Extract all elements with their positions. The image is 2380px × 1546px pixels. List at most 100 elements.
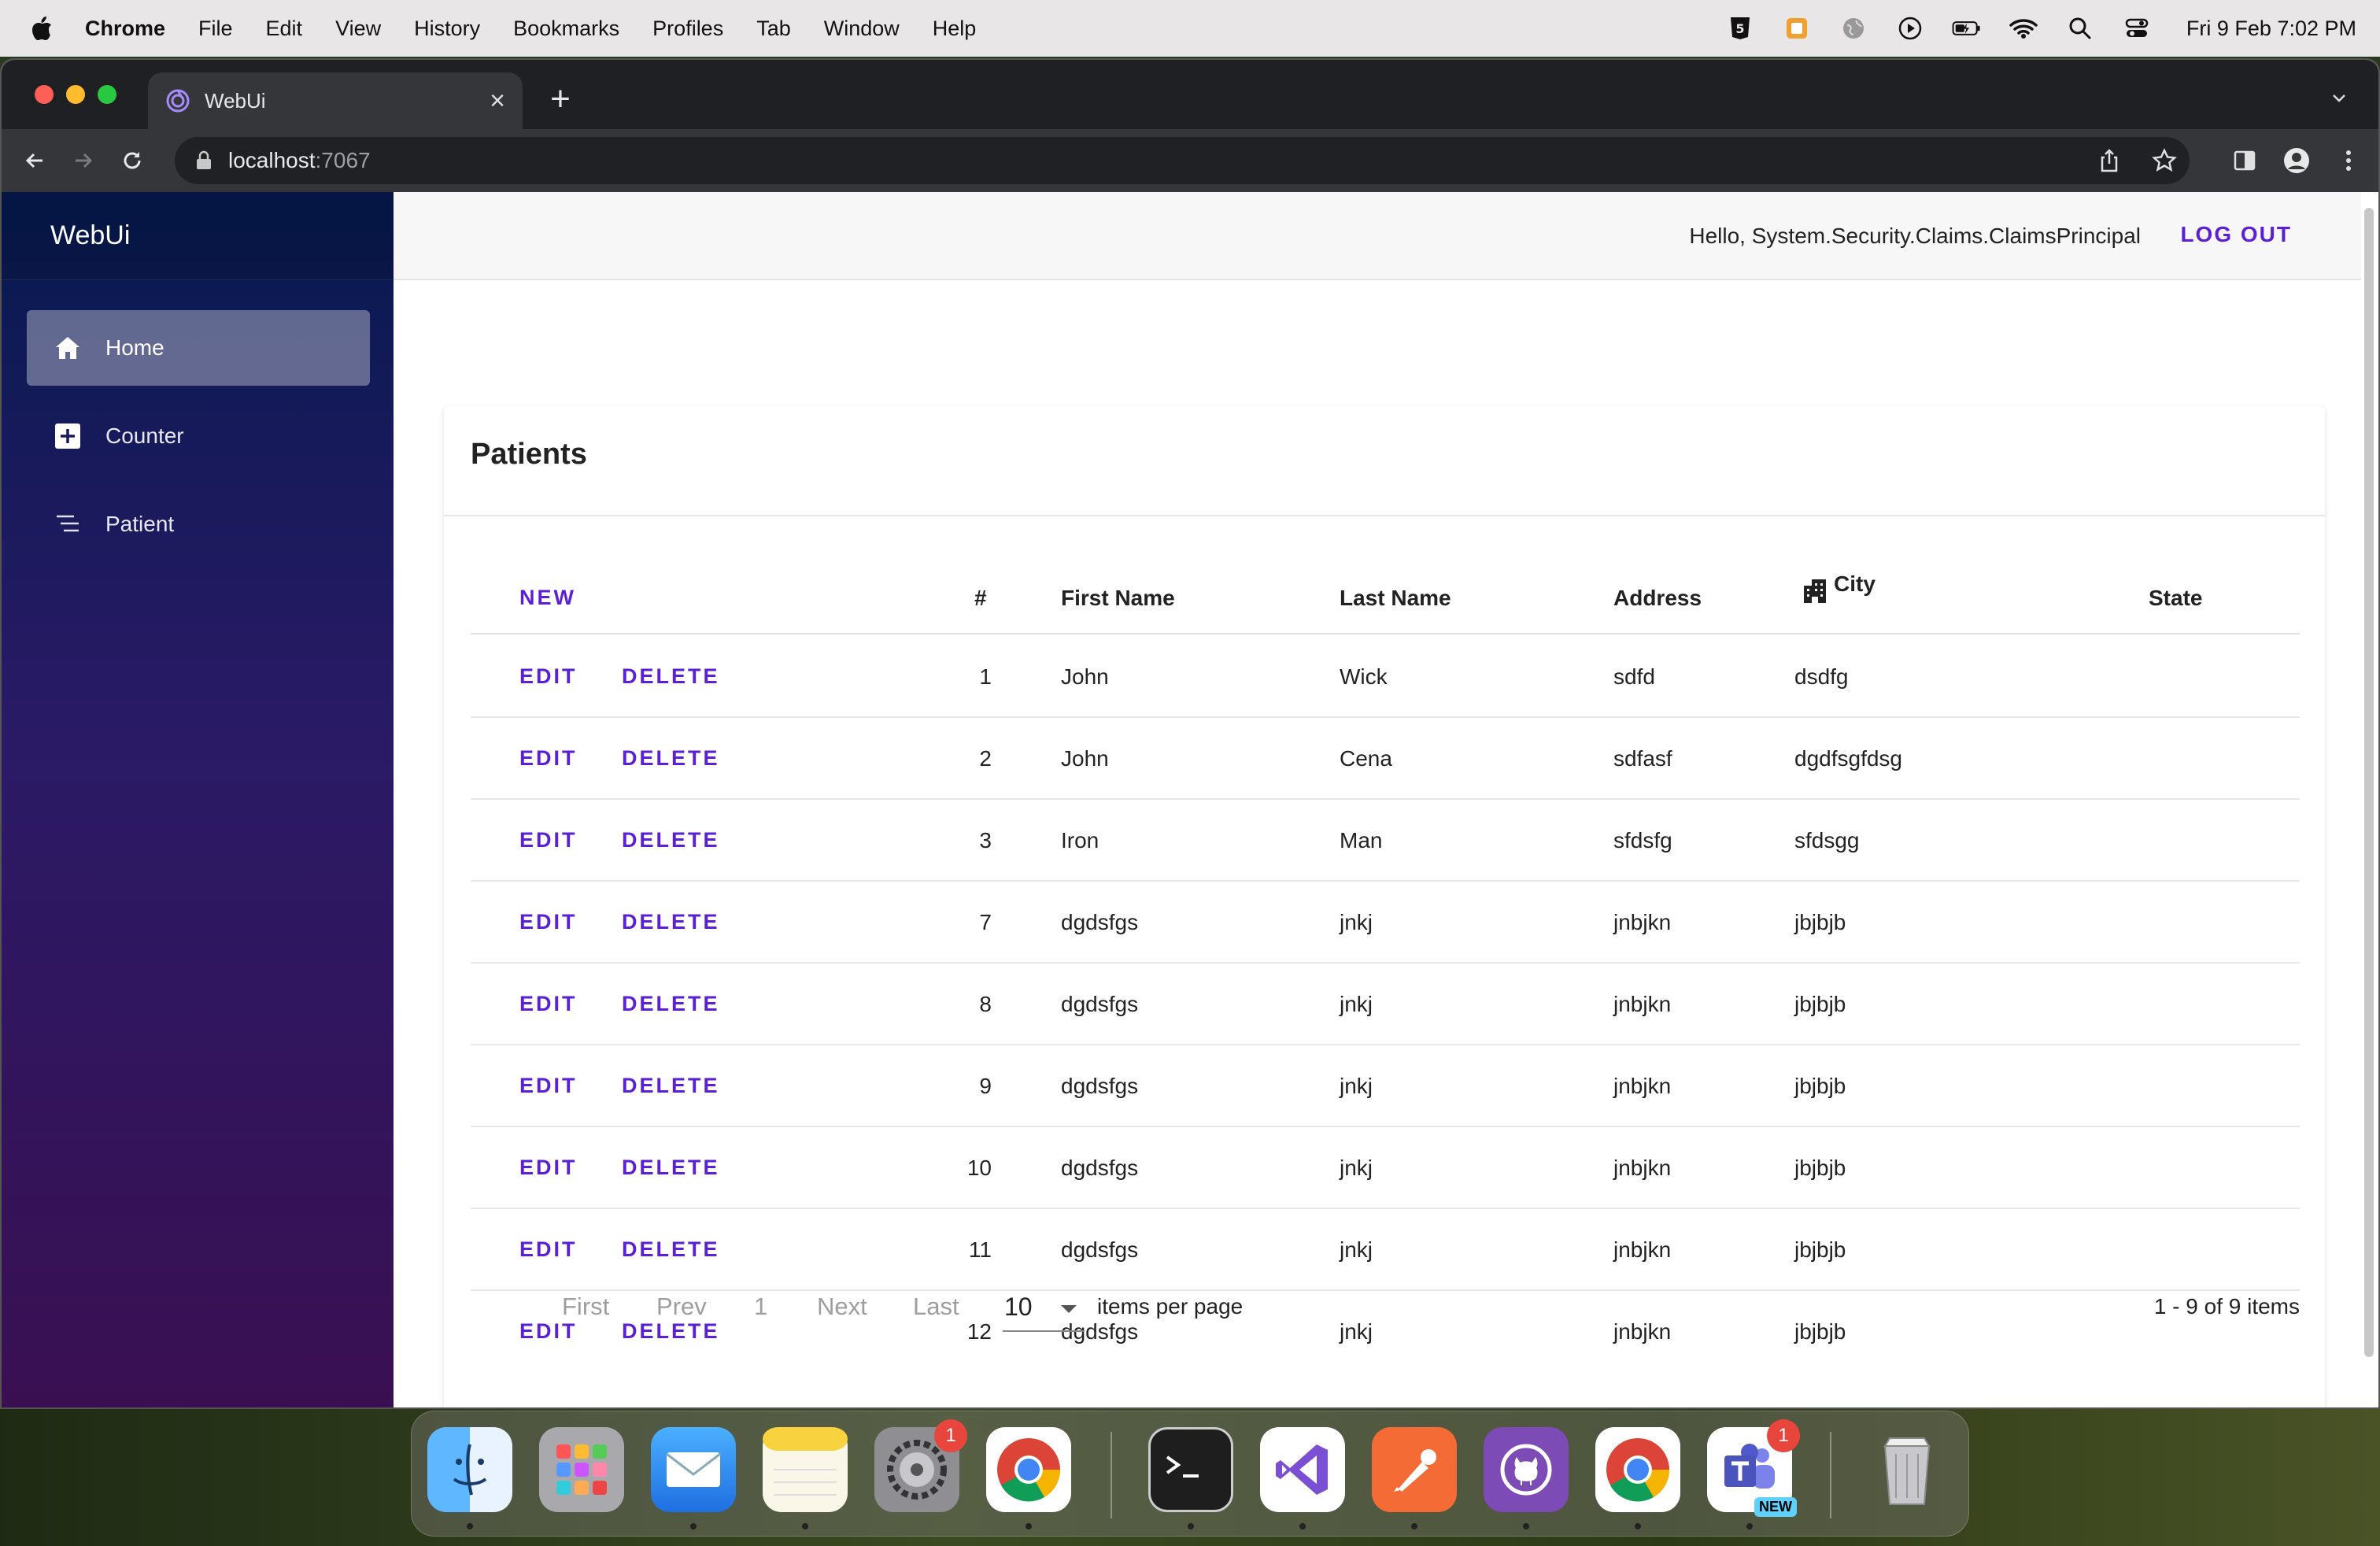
cell-first-name: dgdsfgs xyxy=(1061,1237,1139,1262)
window-minimize-button[interactable] xyxy=(66,85,85,104)
column-header-city[interactable]: City xyxy=(1801,571,1876,605)
terminal-icon[interactable] xyxy=(1148,1427,1233,1512)
profile-avatar-icon[interactable] xyxy=(2281,145,2312,176)
pager-next-button[interactable]: Next xyxy=(817,1293,867,1321)
cell-last-name: jnkj xyxy=(1340,910,1373,934)
column-header-last-name[interactable]: Last Name xyxy=(1340,586,1451,611)
cell-city: jbjbjb xyxy=(1794,1237,1846,1262)
cell-last-name: Cena xyxy=(1340,746,1392,771)
dock-running-indicator xyxy=(1746,1523,1753,1529)
cell-address: sdfd xyxy=(1613,664,1655,689)
column-header-id[interactable]: # xyxy=(974,586,987,611)
browser-tab-webui[interactable]: WebUi × xyxy=(148,72,523,129)
sidebar-item-patient[interactable]: Patient xyxy=(27,486,370,562)
cell-city: dgdfsgfdsg xyxy=(1794,746,1902,771)
pager-page-1-button[interactable]: 1 xyxy=(754,1293,767,1321)
spotlight-search-icon[interactable] xyxy=(2065,13,2095,43)
menu-app-name[interactable]: Chrome xyxy=(85,17,165,41)
dock-running-indicator xyxy=(1188,1523,1194,1529)
cell-first-name: Iron xyxy=(1061,828,1099,853)
new-patient-button[interactable]: NEW xyxy=(519,586,576,610)
sidebar-item-home[interactable]: Home xyxy=(27,310,370,386)
menu-window[interactable]: Window xyxy=(824,17,900,41)
side-panel-icon[interactable] xyxy=(2229,145,2260,176)
chrome-icon[interactable] xyxy=(1595,1427,1680,1512)
kebab-menu-icon[interactable] xyxy=(2333,145,2364,176)
table-row: EDIT DELETE 7 dgdsfgs jnkj jnbjkn jbjbjb xyxy=(471,882,2300,963)
window-fullscreen-button[interactable] xyxy=(98,85,116,104)
bookmark-star-icon[interactable] xyxy=(2149,145,2180,176)
battery-icon[interactable] xyxy=(1952,13,1982,43)
apple-menu-icon[interactable] xyxy=(30,15,61,42)
wifi-icon[interactable] xyxy=(2009,13,2038,43)
forward-arrow-icon[interactable] xyxy=(68,145,99,176)
column-header-state[interactable]: State xyxy=(2149,586,2202,611)
new-tab-plus-icon[interactable]: + xyxy=(541,80,579,118)
items-per-page-select[interactable]: 10 xyxy=(1003,1283,1085,1332)
cell-last-name: jnkj xyxy=(1340,1156,1373,1180)
pager-prev-button[interactable]: Prev xyxy=(656,1293,707,1321)
items-per-page-value: 10 xyxy=(1004,1293,1033,1321)
column-header-first-name[interactable]: First Name xyxy=(1061,586,1175,611)
postman-icon[interactable] xyxy=(1372,1427,1457,1512)
cell-address: jnbjkn xyxy=(1613,992,1672,1016)
menu-bookmarks[interactable]: Bookmarks xyxy=(513,17,619,41)
cell-city: jbjbjb xyxy=(1794,910,1846,934)
status-area: 5 Fri 9 Feb 7:02 PM xyxy=(1725,0,2356,57)
notes-icon[interactable] xyxy=(763,1427,848,1512)
cell-last-name: Man xyxy=(1340,828,1383,853)
page-scrollbar[interactable] xyxy=(2364,208,2374,1357)
column-header-city-label: City xyxy=(1834,571,1876,596)
menu-bar: Chrome File Edit View History Bookmarks … xyxy=(0,0,2380,57)
cell-first-name: dgdsfgs xyxy=(1061,1156,1139,1180)
tab-close-icon[interactable]: × xyxy=(482,85,513,117)
window-close-button[interactable] xyxy=(35,85,54,104)
app-status-icon[interactable] xyxy=(1782,13,1812,43)
logout-button[interactable]: LOG OUT xyxy=(2180,222,2292,247)
column-header-address[interactable]: Address xyxy=(1613,586,1702,611)
mail-icon[interactable] xyxy=(651,1427,736,1512)
share-icon[interactable] xyxy=(2094,145,2125,176)
menu-view[interactable]: View xyxy=(335,17,381,41)
cell-first-name: dgdsfgs xyxy=(1061,992,1139,1016)
cell-first-name: dgdsfgs xyxy=(1061,1074,1139,1098)
github-desktop-icon[interactable] xyxy=(1484,1427,1569,1512)
pager-last-button[interactable]: Last xyxy=(913,1293,959,1321)
pager-first-button[interactable]: First xyxy=(562,1293,609,1321)
home-icon xyxy=(52,332,83,364)
blazor-favicon-icon xyxy=(165,88,190,113)
menu-file[interactable]: File xyxy=(198,17,233,41)
menu-tab[interactable]: Tab xyxy=(756,17,791,41)
launchpad-icon[interactable] xyxy=(539,1427,624,1512)
teams-icon[interactable]: 1 NEW xyxy=(1707,1419,1800,1517)
lock-icon[interactable] xyxy=(192,149,216,172)
menu-help[interactable]: Help xyxy=(933,17,977,41)
menu-history[interactable]: History xyxy=(414,17,480,41)
trash-icon[interactable] xyxy=(1864,1427,1949,1512)
tab-search-chevron-icon[interactable] xyxy=(2323,82,2355,113)
table-row: EDIT DELETE 9 dgdsfgs jnkj jnbjkn jbjbjb xyxy=(471,1045,2300,1127)
address-bar[interactable]: localhost :7067 xyxy=(175,137,2190,184)
control-center-icon[interactable] xyxy=(2122,13,2152,43)
cell-id: 10 xyxy=(966,1156,992,1180)
chrome-icon[interactable] xyxy=(986,1427,1071,1512)
cell-first-name: John xyxy=(1061,664,1109,689)
reload-icon[interactable] xyxy=(116,145,148,176)
sidebar-brand[interactable]: WebUi xyxy=(2,192,394,280)
play-status-icon[interactable] xyxy=(1895,13,1925,43)
menu-profiles[interactable]: Profiles xyxy=(652,17,723,41)
table-header-row: NEW # First Name Last Name Address City … xyxy=(471,560,2300,634)
cell-id: 8 xyxy=(979,992,992,1016)
visual-studio-icon[interactable] xyxy=(1260,1427,1345,1512)
cell-last-name: jnkj xyxy=(1340,1074,1373,1098)
globe-status-icon[interactable] xyxy=(1839,13,1868,43)
menu-edit[interactable]: Edit xyxy=(266,17,303,41)
sidebar-item-label: Home xyxy=(105,335,164,360)
sidebar-item-counter[interactable]: Counter xyxy=(27,398,370,474)
system-settings-icon[interactable]: 1 xyxy=(874,1419,967,1512)
back-arrow-icon[interactable] xyxy=(19,145,50,176)
html5-status-icon[interactable]: 5 xyxy=(1725,13,1755,43)
finder-icon[interactable] xyxy=(427,1427,512,1512)
app-top-bar: Hello, System.Security.Claims.ClaimsPrin… xyxy=(394,192,2361,280)
menu-bar-clock[interactable]: Fri 9 Feb 7:02 PM xyxy=(2186,17,2356,41)
